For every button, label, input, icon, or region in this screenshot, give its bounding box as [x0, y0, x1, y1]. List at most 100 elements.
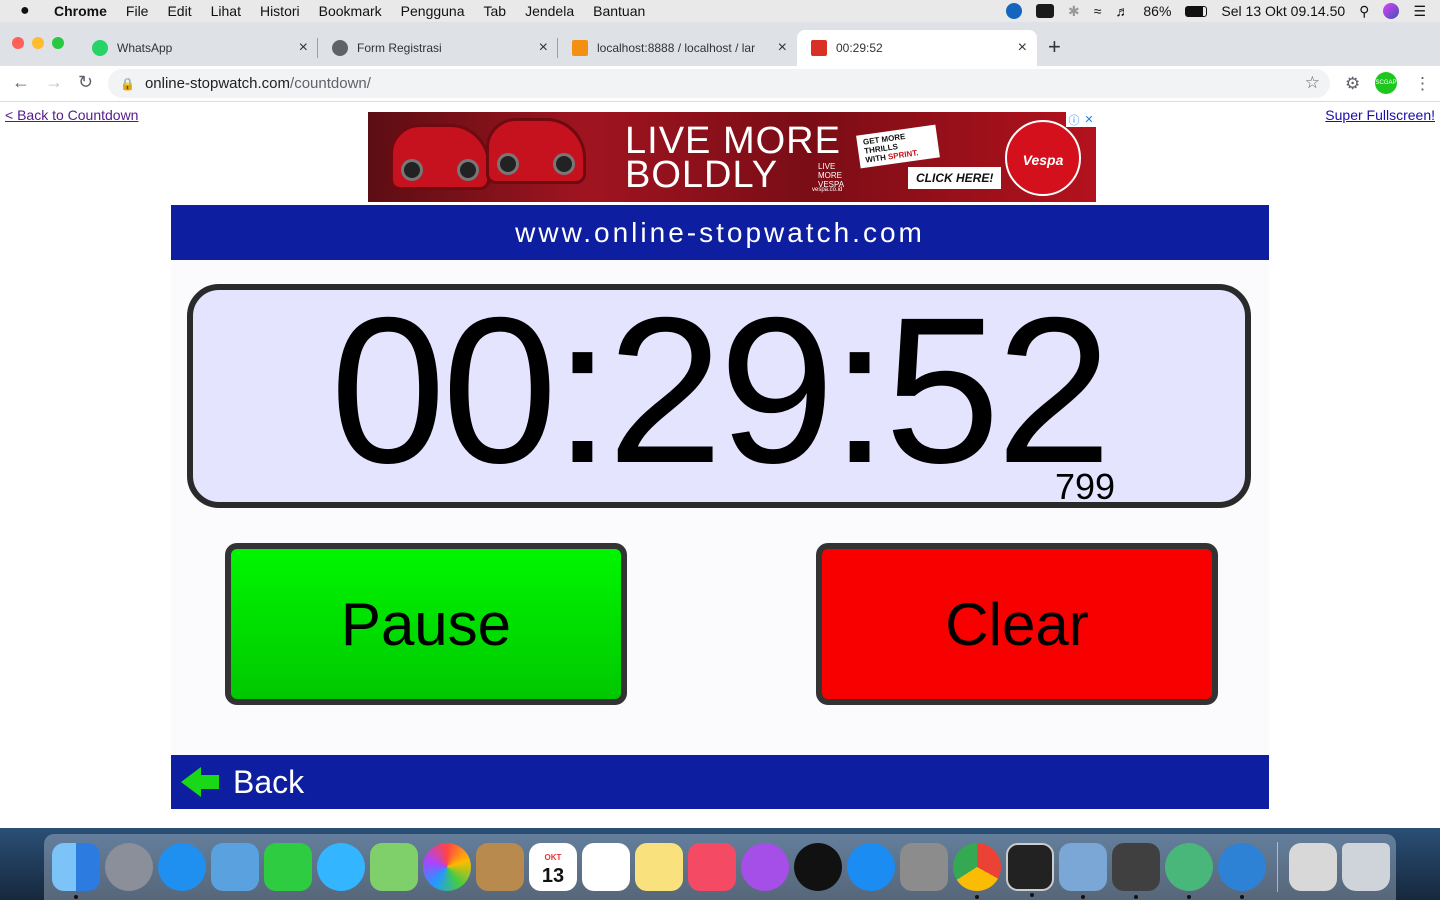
- volume-icon[interactable]: ♬: [1115, 3, 1129, 19]
- mail-icon[interactable]: [211, 843, 259, 891]
- system-preferences-icon[interactable]: [900, 843, 948, 891]
- battery-percent[interactable]: 86%: [1143, 3, 1171, 19]
- wheel: [457, 159, 479, 181]
- messages-icon[interactable]: [317, 843, 365, 891]
- vespa-ad-banner[interactable]: LIVE MORE BOLDLY LIVE MORE VESPA GET MOR…: [368, 112, 1096, 202]
- address-bar[interactable]: 🔒 online-stopwatch.com/countdown/ ☆: [108, 69, 1330, 98]
- contacts-icon[interactable]: [476, 843, 524, 891]
- tab-title: 00:29:52: [836, 41, 883, 55]
- timer-display: 00:29:52 799: [187, 284, 1251, 508]
- app-store-icon[interactable]: [847, 843, 895, 891]
- mamp-status-icon[interactable]: [1005, 3, 1022, 19]
- music-icon[interactable]: [688, 843, 736, 891]
- menu-tab[interactable]: Tab: [484, 3, 507, 19]
- window-controls: [12, 37, 64, 49]
- spotlight-icon[interactable]: ⚲: [1359, 3, 1369, 20]
- photos-icon[interactable]: [423, 843, 471, 891]
- control-center-icon[interactable]: ☰: [1413, 3, 1426, 20]
- menu-file[interactable]: File: [126, 3, 149, 19]
- ad-close-icon[interactable]: ✕: [1084, 113, 1093, 126]
- menu-bookmarks[interactable]: Bookmark: [319, 3, 382, 19]
- zoom-window-button[interactable]: [52, 37, 64, 49]
- close-tab-icon[interactable]: ×: [299, 39, 308, 57]
- scooter-image: [390, 124, 490, 190]
- tab-whatsapp[interactable]: WhatsApp ×: [78, 30, 318, 66]
- wifi-icon[interactable]: ≈: [1094, 3, 1102, 19]
- vespa-logo: Vespa: [1005, 120, 1081, 196]
- back-label: Back: [233, 763, 305, 800]
- chrome-toolbar: ← → ↻ 🔒 online-stopwatch.com/countdown/ …: [0, 66, 1440, 102]
- chrome-menu-icon[interactable]: ⋮: [1414, 74, 1431, 94]
- menu-help[interactable]: Bantuan: [593, 3, 645, 19]
- chrome-tabbar: WhatsApp × Form Registrasi × localhost:8…: [0, 22, 1440, 66]
- preview-icon[interactable]: [1059, 843, 1107, 899]
- close-window-button[interactable]: [12, 37, 24, 49]
- stopwatch-favicon-icon: [811, 40, 827, 56]
- safari-icon[interactable]: [158, 843, 206, 891]
- terminal-icon[interactable]: [1006, 843, 1054, 897]
- adchoices[interactable]: ⓘ ✕: [1066, 112, 1096, 127]
- podcasts-icon[interactable]: [741, 843, 789, 891]
- apple-menu-icon[interactable]: ●: [20, 2, 38, 20]
- close-tab-icon[interactable]: ×: [778, 39, 787, 57]
- back-button[interactable]: Back: [171, 755, 1269, 809]
- back-arrow-icon[interactable]: ←: [12, 72, 30, 93]
- sublime-text-icon[interactable]: [1112, 843, 1160, 899]
- clear-button[interactable]: Clear: [816, 543, 1218, 705]
- calendar-icon[interactable]: OKT 13: [529, 843, 577, 891]
- tab-title: Form Registrasi: [357, 41, 442, 55]
- adchoices-info-icon[interactable]: ⓘ: [1068, 112, 1079, 128]
- downloads-stack-icon[interactable]: [1289, 843, 1337, 891]
- pause-button[interactable]: Pause: [225, 543, 627, 705]
- calendar-day: 13: [541, 865, 565, 887]
- tab-phpmyadmin[interactable]: localhost:8888 / localhost / lar ×: [558, 30, 797, 66]
- countdown-time: 00:29:52: [330, 275, 1112, 507]
- tab-stopwatch[interactable]: 00:29:52 ×: [797, 30, 1037, 66]
- facetime-icon[interactable]: [264, 843, 312, 891]
- battery-icon[interactable]: [1185, 5, 1208, 17]
- atom-icon[interactable]: [1165, 843, 1213, 899]
- apple-tv-icon[interactable]: [794, 843, 842, 891]
- menu-people[interactable]: Pengguna: [401, 3, 465, 19]
- new-tab-button[interactable]: +: [1048, 34, 1061, 60]
- reminders-icon[interactable]: [582, 843, 630, 891]
- tab-form-registrasi[interactable]: Form Registrasi ×: [318, 30, 558, 66]
- close-tab-icon[interactable]: ×: [539, 39, 548, 57]
- maps-icon[interactable]: [370, 843, 418, 891]
- trash-icon[interactable]: [1342, 843, 1390, 891]
- notification-icon[interactable]: [1035, 4, 1054, 18]
- mamp-icon[interactable]: [1218, 843, 1266, 899]
- super-fullscreen-link[interactable]: Super Fullscreen!: [1325, 107, 1435, 123]
- lock-icon[interactable]: 🔒: [120, 77, 135, 91]
- extensions-puzzle-icon[interactable]: ⚙: [1345, 74, 1360, 94]
- wheel: [553, 153, 575, 175]
- ad-click-here-button[interactable]: CLICK HERE!: [908, 167, 1002, 189]
- whatsapp-icon: [92, 40, 108, 56]
- url-text[interactable]: online-stopwatch.com/countdown/: [145, 75, 371, 92]
- menu-window[interactable]: Jendela: [525, 3, 574, 19]
- chrome-icon[interactable]: [953, 843, 1001, 899]
- menu-history[interactable]: Histori: [260, 3, 300, 19]
- site-banner: www.online-stopwatch.com: [171, 205, 1269, 260]
- reload-icon[interactable]: ↻: [78, 72, 93, 93]
- menu-view[interactable]: Lihat: [211, 3, 241, 19]
- finder-icon[interactable]: [52, 843, 100, 899]
- launchpad-icon[interactable]: [105, 843, 153, 891]
- globe-icon: [332, 40, 348, 56]
- bluetooth-icon[interactable]: ✱: [1068, 3, 1080, 20]
- bookmark-star-icon[interactable]: ☆: [1305, 73, 1320, 93]
- profile-avatar[interactable]: SCGAP: [1375, 72, 1397, 94]
- status-area: ✱ ≈ ♬ 86% Sel 13 Okt 09.14.50 ⚲ ☰: [1005, 0, 1426, 22]
- menu-edit[interactable]: Edit: [167, 3, 191, 19]
- green-back-arrow-icon: [181, 767, 221, 797]
- notes-icon[interactable]: [635, 843, 683, 891]
- menu-chrome[interactable]: Chrome: [54, 3, 107, 19]
- clock[interactable]: Sel 13 Okt 09.14.50: [1221, 3, 1345, 19]
- close-tab-icon[interactable]: ×: [1018, 39, 1027, 57]
- forward-arrow-icon[interactable]: →: [45, 72, 63, 93]
- dock: OKT 13: [44, 834, 1396, 900]
- back-to-countdown-link[interactable]: < Back to Countdown: [5, 107, 138, 123]
- minimize-window-button[interactable]: [32, 37, 44, 49]
- wheel: [401, 159, 423, 181]
- siri-icon[interactable]: [1383, 3, 1400, 19]
